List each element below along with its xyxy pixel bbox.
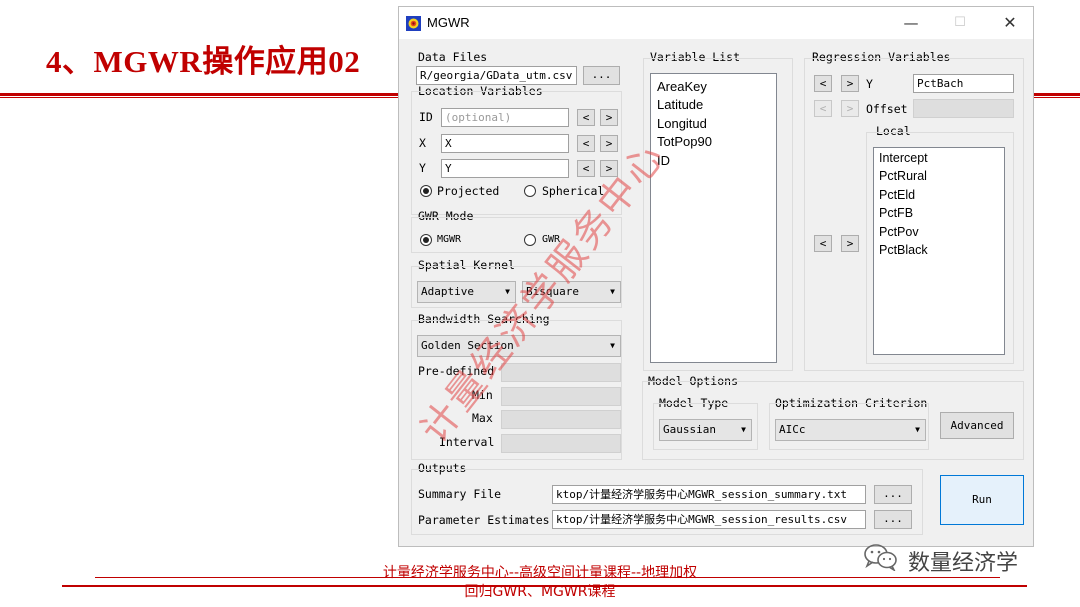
list-item[interactable]: AreaKey [657, 79, 707, 94]
list-item[interactable]: ID [657, 153, 670, 168]
data-file-browse-button[interactable]: ... [583, 66, 620, 85]
title-divider [0, 93, 400, 96]
kernel-type-select[interactable]: Adaptive ▼ [417, 281, 516, 303]
gwr-radio[interactable] [524, 234, 536, 246]
gwr-radio-label: GWR [542, 234, 561, 245]
variable-listbox[interactable]: AreaKey Latitude Longitud TotPop90 ID [650, 73, 777, 363]
max-field[interactable] [501, 410, 621, 429]
offset-move-right-button[interactable]: > [841, 100, 859, 117]
predefined-field[interactable] [501, 363, 621, 382]
window-title: MGWR [427, 15, 470, 30]
projected-radio[interactable] [420, 185, 432, 197]
interval-label: Interval [439, 435, 495, 449]
slide-title: 4、MGWR操作应用02 [46, 44, 361, 79]
offset-field[interactable] [913, 99, 1014, 118]
list-item[interactable]: PctEld [879, 188, 915, 202]
data-files-label: Data Files [418, 50, 488, 64]
kernel-shape-value: Bisquare [526, 285, 579, 298]
spherical-radio[interactable] [524, 185, 536, 197]
mgwr-radio[interactable] [420, 234, 432, 246]
list-item[interactable]: Intercept [879, 151, 928, 165]
y-label: Y [419, 161, 426, 175]
min-label: Min [472, 388, 493, 402]
wechat-account-name: 数量经济学 [908, 551, 1019, 576]
y-var-move-left-button[interactable]: < [814, 75, 832, 92]
title-divider-right-thin [1034, 97, 1080, 98]
projected-label: Projected [437, 184, 500, 198]
window-titlebar[interactable]: MGWR — ☐ ✕ [399, 7, 1033, 39]
criterion-select[interactable]: AICc ▼ [775, 419, 926, 441]
list-item[interactable]: TotPop90 [657, 134, 712, 149]
chevron-down-icon: ▼ [610, 341, 615, 350]
chevron-down-icon: ▼ [610, 287, 615, 296]
wechat-icon [864, 544, 897, 571]
kernel-shape-select[interactable]: Bisquare ▼ [522, 281, 621, 303]
local-move-left-button[interactable]: < [814, 235, 832, 252]
max-label: Max [472, 411, 493, 425]
spherical-label: Spherical [542, 184, 605, 198]
dependent-variable-field[interactable]: PctBach [913, 74, 1014, 93]
advanced-button[interactable]: Advanced [940, 412, 1014, 439]
minimize-button[interactable]: — [896, 11, 926, 35]
run-button[interactable]: Run [940, 475, 1024, 525]
offset-label: Offset [866, 102, 908, 116]
local-variables-listbox[interactable]: Intercept PctRural PctEld PctFB PctPov P… [873, 147, 1005, 355]
x-move-left-button[interactable]: < [577, 135, 595, 152]
list-item[interactable]: PctBlack [879, 243, 928, 257]
y-field[interactable]: Y [441, 159, 569, 178]
chevron-down-icon: ▼ [741, 425, 746, 434]
model-type-select[interactable]: Gaussian ▼ [659, 419, 752, 441]
parameter-browse-button[interactable]: ... [874, 510, 912, 529]
criterion-value: AICc [779, 423, 806, 436]
kernel-type-value: Adaptive [421, 285, 474, 298]
y-var-move-right-button[interactable]: > [841, 75, 859, 92]
title-divider-thin [0, 97, 400, 98]
title-divider-right [1034, 93, 1080, 96]
model-type-value: Gaussian [663, 423, 716, 436]
mgwr-radio-label: MGWR [437, 234, 462, 245]
local-move-right-button[interactable]: > [841, 235, 859, 252]
id-field[interactable]: (optional) [441, 108, 569, 127]
maximize-button[interactable]: ☐ [945, 11, 975, 35]
offset-move-left-button[interactable]: < [814, 100, 832, 117]
close-button[interactable]: ✕ [995, 11, 1025, 35]
list-item[interactable]: PctPov [879, 225, 919, 239]
id-label: ID [419, 110, 433, 124]
parameter-estimates-label: Parameter Estimates [418, 513, 550, 527]
list-item[interactable]: PctRural [879, 169, 927, 183]
chevron-down-icon: ▼ [505, 287, 510, 296]
id-move-right-button[interactable]: > [600, 109, 618, 126]
x-field[interactable]: X [441, 134, 569, 153]
footer-course-subtitle: 回归GWR、MGWR课程 [464, 584, 616, 600]
list-item[interactable]: Longitud [657, 116, 707, 131]
min-field[interactable] [501, 387, 621, 406]
list-item[interactable]: PctFB [879, 206, 913, 220]
summary-browse-button[interactable]: ... [874, 485, 912, 504]
interval-field[interactable] [501, 434, 621, 453]
y-move-left-button[interactable]: < [577, 160, 595, 177]
bandwidth-method-select[interactable]: Golden Section ▼ [417, 335, 621, 357]
regression-y-label: Y [866, 77, 873, 91]
list-item[interactable]: Latitude [657, 97, 703, 112]
bandwidth-method-value: Golden Section [421, 339, 514, 352]
summary-file-label: Summary File [418, 487, 502, 501]
parameter-estimates-field[interactable]: ktop/计量经济学服务中心MGWR_session_results.csv [552, 510, 866, 529]
summary-file-field[interactable]: ktop/计量经济学服务中心MGWR_session_summary.txt [552, 485, 866, 504]
x-label: X [419, 136, 426, 150]
x-move-right-button[interactable]: > [600, 135, 618, 152]
predefined-label: Pre-defined [418, 364, 495, 378]
data-file-path-input[interactable]: R/georgia/GData_utm.csv [416, 66, 577, 85]
mgwr-app-icon [406, 16, 421, 31]
id-move-left-button[interactable]: < [577, 109, 595, 126]
y-move-right-button[interactable]: > [600, 160, 618, 177]
footer-divider [95, 577, 1000, 578]
mgwr-window: MGWR — ☐ ✕ Data Files R/georgia/GData_ut… [398, 6, 1034, 547]
chevron-down-icon: ▼ [915, 425, 920, 434]
